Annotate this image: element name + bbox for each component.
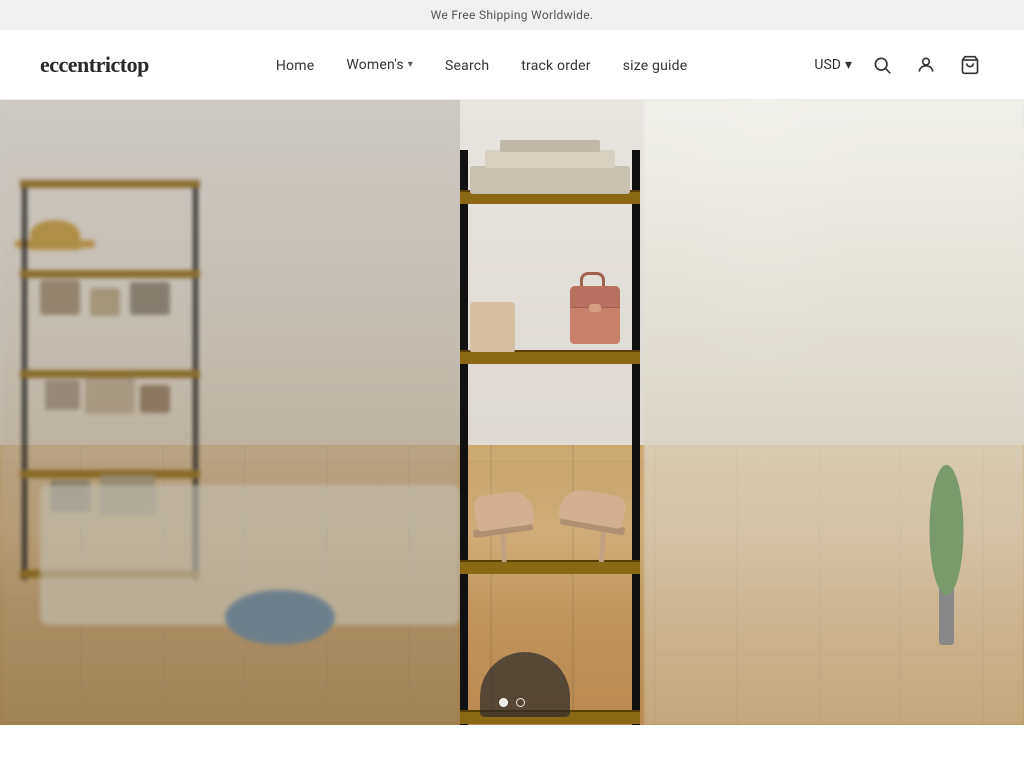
search-icon-button[interactable] bbox=[868, 51, 896, 79]
cart-icon bbox=[960, 55, 980, 75]
main-nav: Home Women's ▾ Search track order size g… bbox=[276, 55, 688, 74]
account-icon bbox=[916, 55, 936, 75]
shelf-plank-lower bbox=[460, 560, 640, 574]
shelf-plank-bottom bbox=[460, 710, 640, 724]
account-icon-button[interactable] bbox=[912, 51, 940, 79]
hero-section bbox=[0, 100, 1024, 725]
nav-right: USD ▾ bbox=[814, 51, 984, 79]
nav-search[interactable]: Search bbox=[445, 58, 489, 74]
chevron-down-icon: ▾ bbox=[845, 57, 852, 73]
carousel-dots bbox=[499, 698, 525, 707]
announcement-bar: We Free Shipping Worldwide. bbox=[0, 0, 1024, 30]
carousel-dot-2[interactable] bbox=[516, 698, 525, 707]
shelf-plank-top bbox=[460, 190, 640, 204]
hero-overlay bbox=[0, 100, 460, 725]
main-shelf bbox=[460, 150, 640, 725]
currency-selector[interactable]: USD ▾ bbox=[814, 57, 852, 73]
shelf-post-left bbox=[460, 150, 468, 725]
header: eccentrictop Home Women's ▾ Search track… bbox=[0, 30, 1024, 100]
nav-size-guide[interactable]: size guide bbox=[623, 58, 688, 74]
nav-home[interactable]: Home bbox=[276, 58, 314, 74]
shelf-post-right bbox=[632, 150, 640, 725]
nav-womens[interactable]: Women's ▾ bbox=[346, 57, 413, 73]
cart-icon-button[interactable] bbox=[956, 51, 984, 79]
plant-decoration bbox=[929, 465, 964, 645]
carousel-dot-1[interactable] bbox=[499, 698, 508, 707]
bg-right bbox=[644, 100, 1024, 725]
logo[interactable]: eccentrictop bbox=[40, 52, 149, 78]
shelf-plank-upper bbox=[460, 350, 640, 364]
announcement-text: We Free Shipping Worldwide. bbox=[431, 8, 594, 22]
search-icon bbox=[872, 55, 892, 75]
nav-track-order[interactable]: track order bbox=[521, 58, 590, 74]
chevron-down-icon: ▾ bbox=[408, 59, 413, 70]
